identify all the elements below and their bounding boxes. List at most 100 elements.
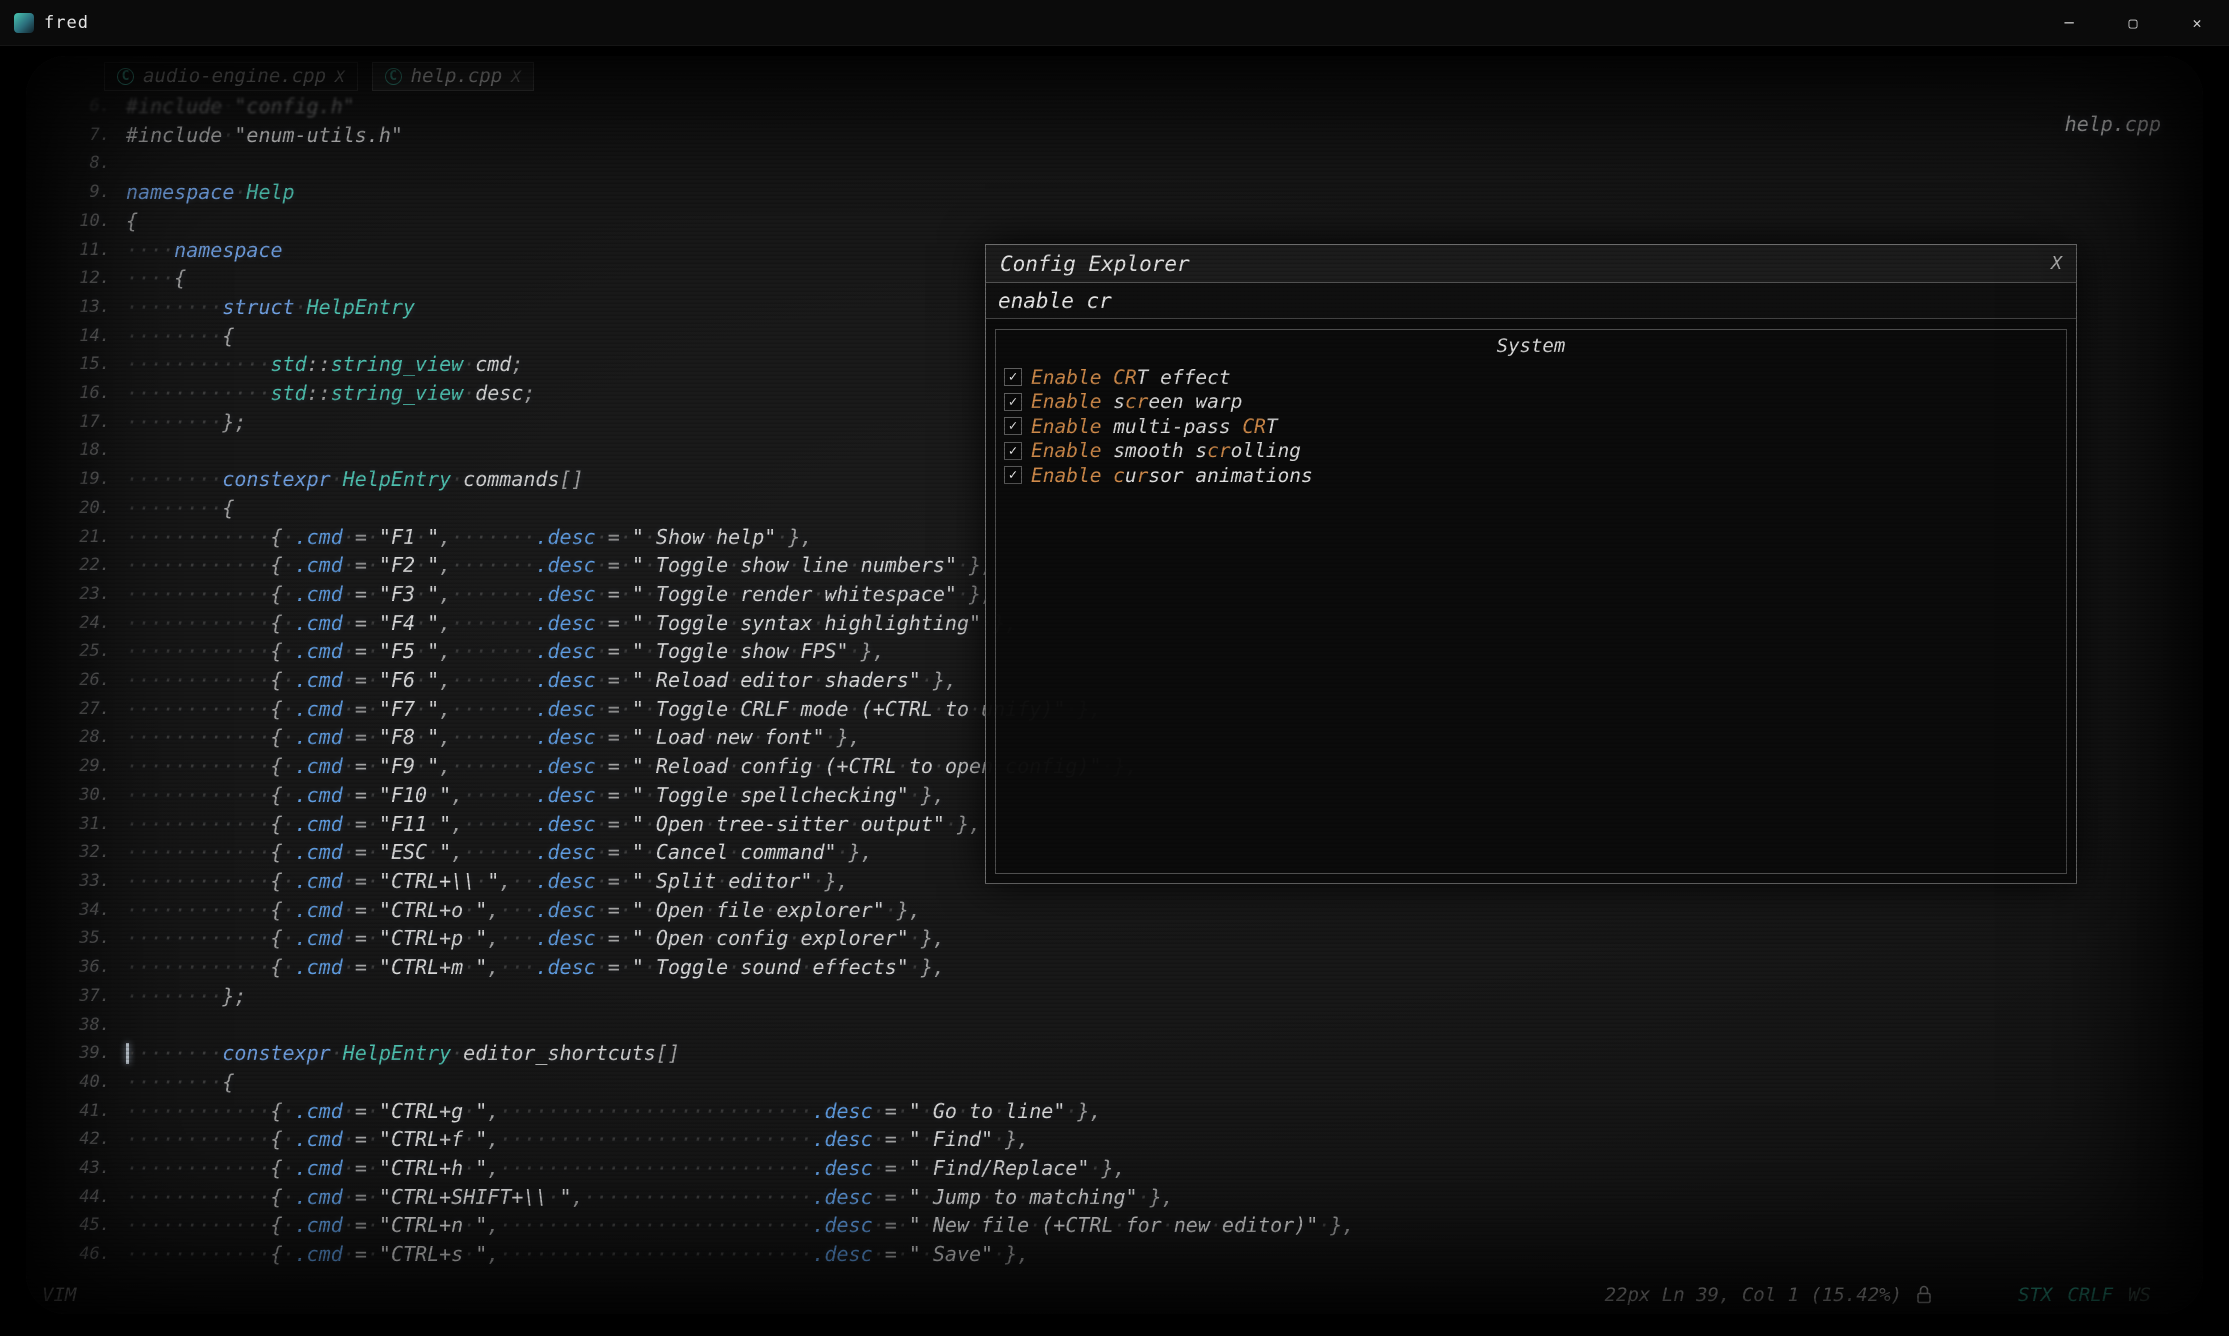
close-button[interactable]: ✕ [2165,0,2229,45]
filename-overlay: help.cpp [2065,112,2161,136]
line-number: 34. [56,896,110,925]
code-line-6[interactable]: 6.#include·"config.h" [56,92,2203,121]
dialog-header: Config Explorer X [986,245,2076,283]
config-item-label: Enable multi-pass CRT [1031,415,1278,438]
window-controls: ─ ▢ ✕ [2037,0,2229,45]
line-number: 27. [56,695,110,724]
line-number: 9. [56,178,110,207]
code-line-39[interactable]: 39.········constexpr·HelpEntry·editor_sh… [56,1039,2203,1068]
code-line-44[interactable]: 44.············{·.cmd·=·"CTRL+SHIFT+\\·"… [56,1183,2203,1212]
minimize-button[interactable]: ─ [2037,0,2101,45]
code-line-45[interactable]: 45.············{·.cmd·=·"CTRL+n·",······… [56,1211,2203,1240]
line-number: 45. [56,1211,110,1240]
dialog-title: Config Explorer [1000,252,1190,276]
line-number: 18. [56,436,110,465]
config-explorer-dialog: Config Explorer X enable cr System ✓Enab… [985,244,2077,884]
tab-audio-engine.cpp[interactable]: Caudio-engine.cpp X [104,62,358,91]
checkbox-checked-icon[interactable]: ✓ [1004,368,1022,386]
crt-bezel: Caudio-engine.cpp X Chelp.cpp X help.cpp 6.… [0,46,2229,1336]
code-line-7[interactable]: 7.#include·"enum-utils.h" [56,121,2203,150]
line-number: 24. [56,609,110,638]
status-bar: VIM 22px Ln 39, Col 1 (15.42%) STXCRLFWS [26,1278,2203,1306]
checkbox-checked-icon[interactable]: ✓ [1004,466,1022,484]
maximize-button[interactable]: ▢ [2101,0,2165,45]
line-number: 35. [56,924,110,953]
cpp-file-icon: C [117,68,134,85]
checkbox-checked-icon[interactable]: ✓ [1004,417,1022,435]
config-list: System ✓Enable CRT effect✓Enable screen … [995,329,2067,874]
line-number: 25. [56,637,110,666]
titlebar: fred ─ ▢ ✕ [0,0,2229,46]
dialog-close-button[interactable]: X [2051,253,2062,274]
line-number: 46. [56,1240,110,1269]
line-number: 21. [56,523,110,552]
config-item[interactable]: ✓Enable screen warp [996,390,2066,415]
line-number: 8. [56,149,110,178]
tab-help.cpp[interactable]: Chelp.cpp X [372,62,534,91]
code-line-9[interactable]: 9.namespace·Help [56,178,2203,207]
status-flags: STX CRLF WS [2018,1284,2151,1306]
window-title: fred [44,13,89,33]
code-line-43[interactable]: 43.············{·.cmd·=·"CTRL+h·",······… [56,1154,2203,1183]
line-number: 6. [56,92,110,121]
code-line-38[interactable]: 38. [56,1011,2203,1040]
line-number: 17. [56,408,110,437]
config-search-input[interactable]: enable cr [986,283,2076,319]
lock-icon [1916,1284,1932,1305]
checkbox-checked-icon[interactable]: ✓ [1004,442,1022,460]
line-number: 43. [56,1154,110,1183]
line-number: 40. [56,1068,110,1097]
checkbox-checked-icon[interactable]: ✓ [1004,393,1022,411]
line-number: 23. [56,580,110,609]
config-item[interactable]: ✓ Enable smooth scrolling [996,439,2066,464]
line-number: 13. [56,293,110,322]
line-number: 7. [56,121,110,150]
cpp-file-icon: C [385,68,402,85]
line-number: 15. [56,350,110,379]
crt-screen: Caudio-engine.cpp X Chelp.cpp X help.cpp 6.… [26,56,2203,1314]
line-number: 41. [56,1097,110,1126]
line-number: 32. [56,838,110,867]
vim-mode-indicator: VIM [42,1284,76,1306]
line-number: 30. [56,781,110,810]
line-number: 38. [56,1011,110,1040]
line-number: 33. [56,867,110,896]
code-line-10[interactable]: 10.{ [56,207,2203,236]
status-right-cluster: 22px Ln 39, Col 1 (15.42%) STXCRLFWS [1605,1284,2151,1306]
status-flag-crlf: CRLF [2067,1284,2113,1306]
tab-bar: Caudio-engine.cpp X Chelp.cpp X [104,62,534,91]
tab-label: help.cpp [411,65,503,87]
line-number: 29. [56,752,110,781]
line-number: 36. [56,953,110,982]
status-flag-stx: STX [2018,1284,2052,1306]
line-number: 11. [56,236,110,265]
code-line-41[interactable]: 41.············{·.cmd·=·"CTRL+g·",······… [56,1097,2203,1126]
line-number: 16. [56,379,110,408]
tab-close-icon[interactable]: X [511,67,521,86]
config-item[interactable]: ✓ Enable cursor animations [996,463,2066,488]
app-icon [14,13,34,33]
tab-close-icon[interactable]: X [335,67,345,86]
config-item-label: Enable cursor animations [1031,464,1313,487]
line-number: 39. [56,1039,110,1068]
line-number: 12. [56,264,110,293]
code-line-37[interactable]: 37.········}; [56,982,2203,1011]
code-line-46[interactable]: 46.············{·.cmd·=·"CTRL+s·",······… [56,1240,2203,1269]
code-line-40[interactable]: 40.········{ [56,1068,2203,1097]
config-item[interactable]: ✓ Enable multi-pass CRT [996,414,2066,439]
config-item-label: Enable CRT effect [1031,366,1231,389]
code-line-36[interactable]: 36.············{·.cmd·=·"CTRL+m·",···.de… [56,953,2203,982]
status-flag-ws: WS [2128,1284,2151,1306]
line-number: 37. [56,982,110,1011]
config-items: ✓Enable CRT effect✓Enable screen warp✓En… [996,365,2066,488]
line-number: 31. [56,810,110,839]
code-line-42[interactable]: 42.············{·.cmd·=·"CTRL+f·",······… [56,1125,2203,1154]
line-number: 22. [56,551,110,580]
code-line-35[interactable]: 35.············{·.cmd·=·"CTRL+p·",···.de… [56,924,2203,953]
line-number: 44. [56,1183,110,1212]
config-item[interactable]: ✓ Enable CRT effect [996,365,2066,390]
code-line-34[interactable]: 34.············{·.cmd·=·"CTRL+o·",···.de… [56,896,2203,925]
config-item-label: Enable smooth scrolling [1031,439,1301,462]
tab-label: audio-engine.cpp [143,65,326,87]
code-line-8[interactable]: 8. [56,149,2203,178]
